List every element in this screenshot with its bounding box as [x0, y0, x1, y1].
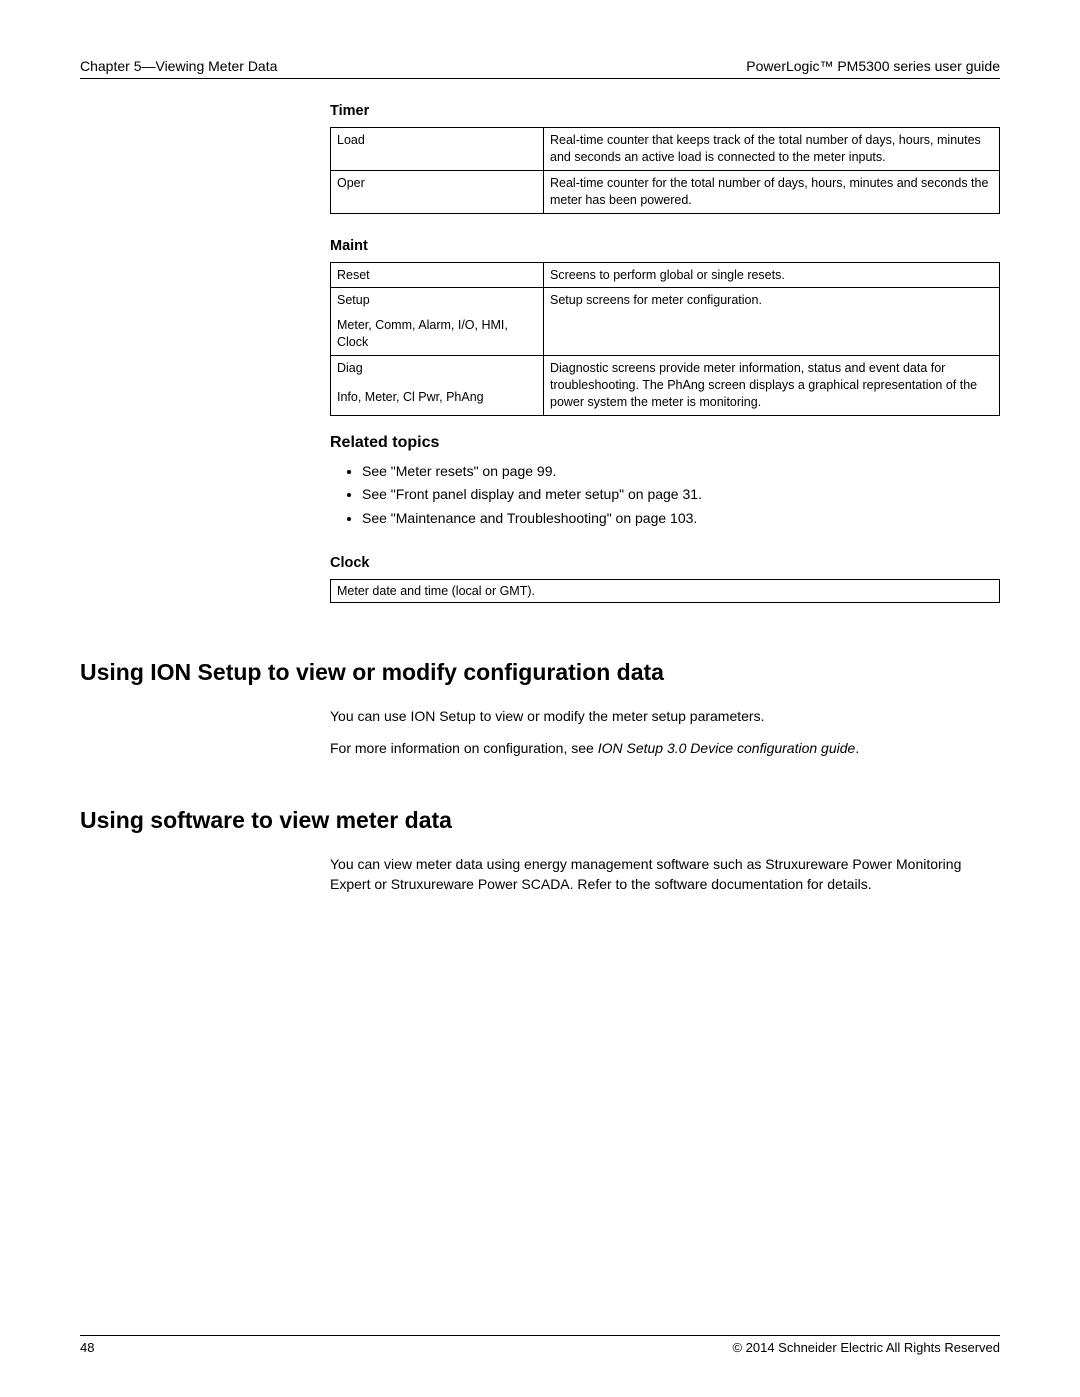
- maint-diag-desc: Diagnostic screens provide meter informa…: [544, 356, 1000, 416]
- table-row: Setup Setup screens for meter configurat…: [331, 288, 1000, 313]
- list-item: See "Front panel display and meter setup…: [362, 483, 1000, 507]
- footer-copyright: © 2014 Schneider Electric All Rights Res…: [732, 1340, 1000, 1355]
- table-row: Meter date and time (local or GMT).: [331, 580, 1000, 603]
- maint-setup-sub: Meter, Comm, Alarm, I/O, HMI, Clock: [331, 313, 544, 355]
- ion-p2-pre: For more information on configuration, s…: [330, 740, 598, 756]
- maint-setup-desc: Setup screens for meter configuration.: [544, 288, 1000, 356]
- clock-text: Meter date and time (local or GMT).: [331, 580, 1000, 603]
- page: Chapter 5—Viewing Meter Data PowerLogic™…: [0, 0, 1080, 1397]
- related-topics-heading: Related topics: [330, 434, 1000, 452]
- table-row: Diag Diagnostic screens provide meter in…: [331, 356, 1000, 386]
- timer-oper-label: Oper: [331, 170, 544, 213]
- ion-p2-post: .: [855, 740, 859, 756]
- timer-oper-desc: Real-time counter for the total number o…: [544, 170, 1000, 213]
- ion-setup-body: You can use ION Setup to view or modify …: [330, 706, 1000, 759]
- maint-diag-sub: Info, Meter, Cl Pwr, PhAng: [331, 385, 544, 415]
- table-row: Reset Screens to perform global or singl…: [331, 262, 1000, 288]
- software-heading: Using software to view meter data: [80, 807, 1000, 834]
- maint-reset-label: Reset: [331, 262, 544, 288]
- ion-p2-italic: ION Setup 3.0 Device configuration guide: [598, 740, 856, 756]
- timer-table: Load Real-time counter that keeps track …: [330, 127, 1000, 214]
- ion-setup-heading: Using ION Setup to view or modify config…: [80, 659, 1000, 686]
- table-row: Load Real-time counter that keeps track …: [331, 128, 1000, 171]
- timer-load-desc: Real-time counter that keeps track of th…: [544, 128, 1000, 171]
- timer-load-label: Load: [331, 128, 544, 171]
- maint-table: Reset Screens to perform global or singl…: [330, 262, 1000, 416]
- table-row: Oper Real-time counter for the total num…: [331, 170, 1000, 213]
- header-left: Chapter 5—Viewing Meter Data: [80, 58, 277, 74]
- clock-table: Meter date and time (local or GMT).: [330, 579, 1000, 603]
- software-body: You can view meter data using energy man…: [330, 854, 1000, 895]
- related-topics-list: See "Meter resets" on page 99. See "Fron…: [330, 460, 1000, 531]
- list-item: See "Meter resets" on page 99.: [362, 460, 1000, 484]
- ion-p2: For more information on configuration, s…: [330, 738, 1000, 758]
- footer-page-number: 48: [80, 1340, 94, 1355]
- timer-title: Timer: [330, 103, 1000, 119]
- maint-reset-desc: Screens to perform global or single rese…: [544, 262, 1000, 288]
- maint-diag-label: Diag: [331, 356, 544, 386]
- header-right: PowerLogic™ PM5300 series user guide: [746, 58, 1000, 74]
- list-item: See "Maintenance and Troubleshooting" on…: [362, 507, 1000, 531]
- maint-setup-label: Setup: [331, 288, 544, 313]
- software-p1: You can view meter data using energy man…: [330, 854, 1000, 895]
- clock-title: Clock: [330, 555, 1000, 571]
- ion-p1: You can use ION Setup to view or modify …: [330, 706, 1000, 726]
- running-header: Chapter 5—Viewing Meter Data PowerLogic™…: [80, 58, 1000, 79]
- maint-title: Maint: [330, 238, 1000, 254]
- body-indent-block: Timer Load Real-time counter that keeps …: [330, 103, 1000, 603]
- running-footer: 48 © 2014 Schneider Electric All Rights …: [80, 1335, 1000, 1355]
